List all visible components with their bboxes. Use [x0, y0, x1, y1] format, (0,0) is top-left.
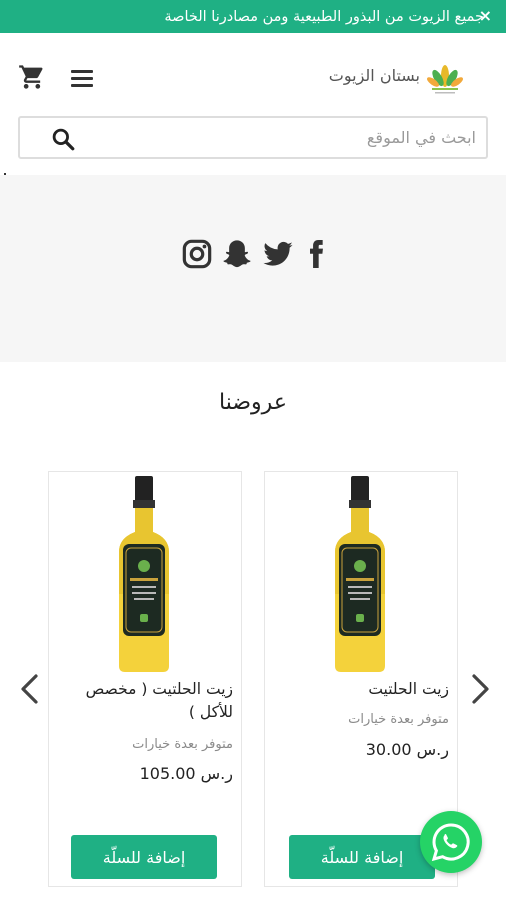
product-price: ر.س 30.00	[365, 740, 449, 759]
product-price: ر.س 105.00	[139, 764, 233, 783]
add-to-cart-button[interactable]: إضافة للسلّة	[289, 835, 435, 879]
menu-button[interactable]	[67, 64, 97, 90]
cart-icon	[19, 65, 43, 89]
oil-bottle-image	[335, 476, 385, 672]
product-name[interactable]: زيت الحلتيت ( مخصص للأكل )	[58, 678, 233, 724]
product-options-note: متوفر بعدة خيارات	[348, 712, 449, 727]
product-name[interactable]: زيت الحلتيت	[274, 678, 449, 701]
product-card[interactable]: زيت الحلتيت ( مخصص للأكل ) متوفر بعدة خي…	[48, 471, 242, 887]
offers-title: عروضنا	[219, 390, 287, 415]
snapchat-link[interactable]	[221, 238, 253, 270]
social-links-band	[0, 175, 506, 362]
instagram-link[interactable]	[181, 238, 213, 270]
lotus-logo-icon	[427, 65, 463, 94]
chevron-right-icon	[472, 674, 489, 704]
snapchat-icon	[223, 240, 251, 268]
cart-button[interactable]	[18, 62, 46, 92]
announcement-text: جميع الزيوت من البذور الطبيعية ومن مصادر…	[164, 8, 484, 25]
announcement-bar: × جميع الزيوت من البذور الطبيعية ومن مصا…	[0, 0, 506, 33]
add-to-cart-button[interactable]: إضافة للسلّة	[71, 835, 217, 879]
twitter-link[interactable]	[262, 238, 294, 270]
carousel-next-button[interactable]	[468, 672, 494, 706]
hamburger-menu-icon	[67, 64, 97, 87]
whatsapp-icon	[431, 823, 470, 862]
store-name: بستان الزيوت	[328, 66, 420, 85]
chevron-left-icon	[21, 674, 38, 704]
whatsapp-chat-button[interactable]	[420, 811, 482, 873]
instagram-icon	[182, 239, 212, 269]
search-input[interactable]	[96, 118, 476, 157]
facebook-link[interactable]	[300, 238, 332, 270]
product-options-note: متوفر بعدة خيارات	[132, 737, 233, 752]
twitter-icon	[263, 241, 293, 266]
search-bar	[18, 116, 488, 159]
facebook-icon	[310, 240, 323, 268]
carousel-prev-button[interactable]	[16, 672, 42, 706]
oil-bottle-image	[119, 476, 169, 672]
store-logo[interactable]	[424, 56, 466, 98]
close-announcement-button[interactable]: ×	[479, 6, 492, 25]
search-button[interactable]	[50, 126, 76, 152]
search-icon	[52, 128, 75, 151]
